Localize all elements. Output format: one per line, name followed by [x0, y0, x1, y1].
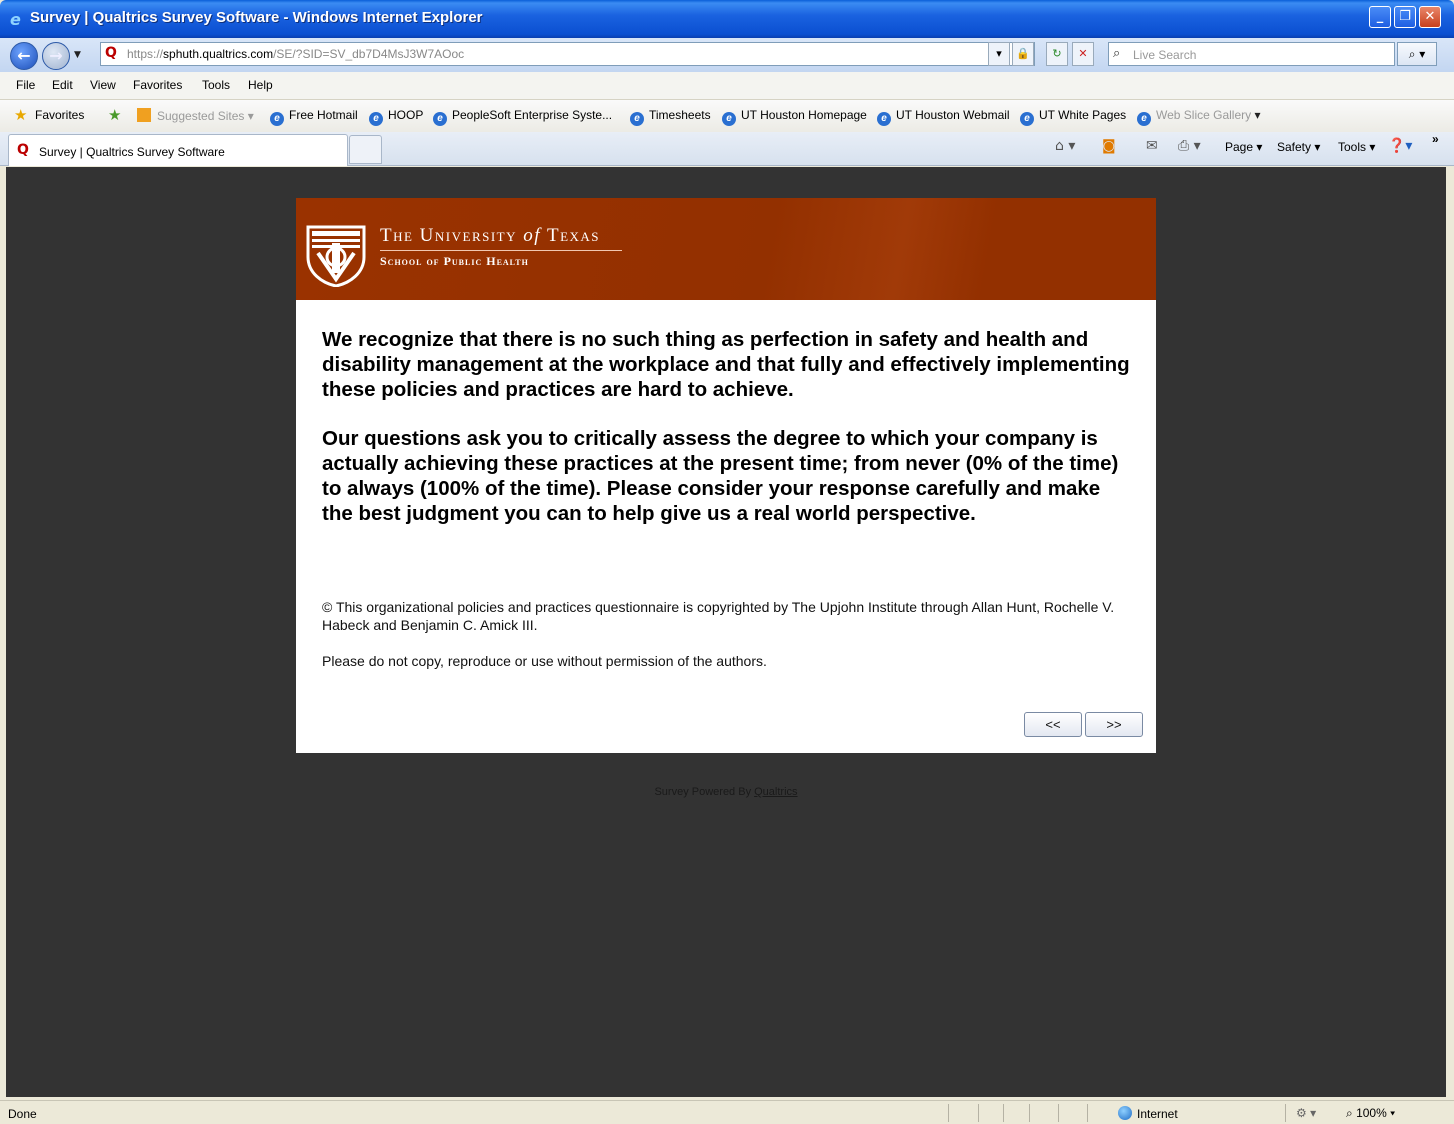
- status-divider: [978, 1104, 979, 1122]
- protected-mode-icon[interactable]: ⚙ ▾: [1296, 1106, 1316, 1120]
- intro-paragraph-1: We recognize that there is no such thing…: [322, 328, 1130, 401]
- ie-page-icon: e: [1137, 112, 1151, 126]
- minimize-button[interactable]: _: [1369, 6, 1391, 28]
- fav-link-ut-houston-webmail[interactable]: e UT Houston Webmail: [877, 108, 1010, 126]
- qualtrics-link[interactable]: Qualtrics: [754, 786, 797, 798]
- fav-link-hoop[interactable]: e HOOP: [369, 108, 423, 126]
- university-seal-icon: [306, 225, 366, 287]
- menu-file[interactable]: File: [16, 78, 35, 92]
- print-icon[interactable]: ⎙ ▾: [1178, 138, 1201, 154]
- ie-page-icon: e: [1020, 112, 1034, 126]
- school-name: School of Public Health: [380, 254, 529, 268]
- banner-divider: [380, 250, 622, 251]
- menu-bar: File Edit View Favorites Tools Help: [0, 72, 1454, 100]
- status-divider: [1058, 1104, 1059, 1122]
- tab-row: Q Survey | Qualtrics Survey Software ⌂ ▾…: [0, 132, 1454, 166]
- live-search-input[interactable]: ⌕ Live Search: [1108, 42, 1395, 66]
- forward-button[interactable]: →: [42, 42, 70, 70]
- status-divider: [1087, 1104, 1088, 1122]
- more-commands-chevron[interactable]: »: [1432, 132, 1439, 146]
- window-title: Survey | Qualtrics Survey Software - Win…: [30, 9, 483, 26]
- ie-page-icon: e: [877, 112, 891, 126]
- close-window-button[interactable]: ✕: [1419, 6, 1441, 28]
- ie-page-icon: e: [630, 112, 644, 126]
- suggested-sites-icon: [137, 108, 151, 122]
- safety-menu[interactable]: Safety ▾: [1277, 140, 1320, 154]
- status-divider: [1029, 1104, 1030, 1122]
- menu-tools[interactable]: Tools: [202, 78, 230, 92]
- stop-icon[interactable]: ✕: [1072, 42, 1094, 66]
- menu-view[interactable]: View: [90, 78, 116, 92]
- previous-page-button[interactable]: <<: [1024, 712, 1082, 737]
- restore-button[interactable]: ❐: [1394, 6, 1416, 28]
- status-text: Done: [8, 1107, 37, 1121]
- survey-card: The University of Texas School of Public…: [296, 198, 1156, 753]
- powered-by-footer: Survey Powered By Qualtrics: [654, 786, 798, 798]
- university-banner: The University of Texas School of Public…: [296, 198, 1156, 300]
- add-favorite-icon[interactable]: ★: [108, 106, 121, 124]
- tools-menu[interactable]: Tools ▾: [1338, 140, 1375, 154]
- status-divider: [1003, 1104, 1004, 1122]
- fav-link-peoplesoft[interactable]: e PeopleSoft Enterprise Syste...: [433, 108, 612, 126]
- tab-survey[interactable]: Q Survey | Qualtrics Survey Software: [8, 134, 348, 166]
- refresh-icon[interactable]: ↻: [1046, 42, 1068, 66]
- qualtrics-favicon-icon: Q: [105, 45, 117, 61]
- fav-link-ut-houston-homepage[interactable]: e UT Houston Homepage: [722, 108, 867, 126]
- page-menu[interactable]: Page ▾: [1225, 140, 1262, 154]
- intro-paragraph-2: Our questions ask you to critically asse…: [322, 427, 1119, 525]
- window-title-bar[interactable]: e Survey | Qualtrics Survey Software - W…: [0, 0, 1454, 38]
- back-button[interactable]: ←: [10, 42, 38, 70]
- ie-page-icon: e: [433, 112, 447, 126]
- favorites-button[interactable]: Favorites: [35, 108, 84, 122]
- search-icon: ⌕: [1113, 46, 1121, 61]
- university-name: The University of Texas: [380, 225, 601, 246]
- history-dropdown-icon[interactable]: ▼: [74, 50, 81, 60]
- status-bar: Done Internet ⚙ ▾ ⌕ 100% ▾: [0, 1100, 1454, 1124]
- address-dropdown-icon[interactable]: ▾: [988, 42, 1010, 66]
- help-icon[interactable]: ❓▾: [1388, 138, 1412, 154]
- home-icon[interactable]: ⌂ ▾: [1055, 138, 1075, 154]
- menu-help[interactable]: Help: [248, 78, 273, 92]
- zoom-level[interactable]: ⌕ 100% ▾: [1346, 1106, 1395, 1121]
- fav-link-free-hotmail[interactable]: e Free Hotmail: [270, 108, 358, 126]
- fav-link-ut-white-pages[interactable]: e UT White Pages: [1020, 108, 1126, 126]
- fav-link-timesheets[interactable]: e Timesheets: [630, 108, 711, 126]
- internet-globe-icon: [1118, 1106, 1132, 1120]
- feeds-icon[interactable]: ◙: [1102, 138, 1116, 154]
- status-divider: [948, 1104, 949, 1122]
- address-url: https://sphuth.qualtrics.com/SE/?SID=SV_…: [127, 47, 465, 61]
- menu-favorites[interactable]: Favorites: [133, 78, 182, 92]
- ie-page-icon: e: [270, 112, 284, 126]
- lock-icon[interactable]: 🔒: [1012, 42, 1034, 66]
- copyright-notice: © This organizational policies and pract…: [322, 599, 1115, 633]
- permission-notice: Please do not copy, reproduce or use wit…: [322, 653, 767, 669]
- address-toolbar: ← → ▼ Q https://sphuth.qualtrics.com/SE/…: [0, 38, 1454, 72]
- ie-logo-icon: e: [10, 10, 21, 29]
- suggested-sites-link[interactable]: Suggested Sites ▾: [137, 108, 254, 123]
- favorites-star-icon: ★: [14, 106, 28, 124]
- page-content: The University of Texas School of Public…: [6, 167, 1446, 1097]
- search-button[interactable]: ⌕ ▾: [1397, 42, 1437, 66]
- favorites-bar: ★ Favorites ★ Suggested Sites ▾ e Free Ho…: [0, 100, 1454, 132]
- web-slice-gallery-link[interactable]: e Web Slice Gallery ▾: [1137, 108, 1261, 126]
- menu-edit[interactable]: Edit: [52, 78, 73, 92]
- read-mail-icon[interactable]: ✉: [1146, 138, 1158, 154]
- new-tab-button[interactable]: [349, 135, 382, 164]
- status-divider: [1285, 1104, 1286, 1122]
- qualtrics-favicon-icon: Q: [17, 142, 29, 158]
- next-page-button[interactable]: >>: [1085, 712, 1143, 737]
- security-zone[interactable]: Internet: [1118, 1106, 1178, 1121]
- ie-page-icon: e: [369, 112, 383, 126]
- ie-page-icon: e: [722, 112, 736, 126]
- address-bar[interactable]: Q https://sphuth.qualtrics.com/SE/?SID=S…: [100, 42, 1035, 66]
